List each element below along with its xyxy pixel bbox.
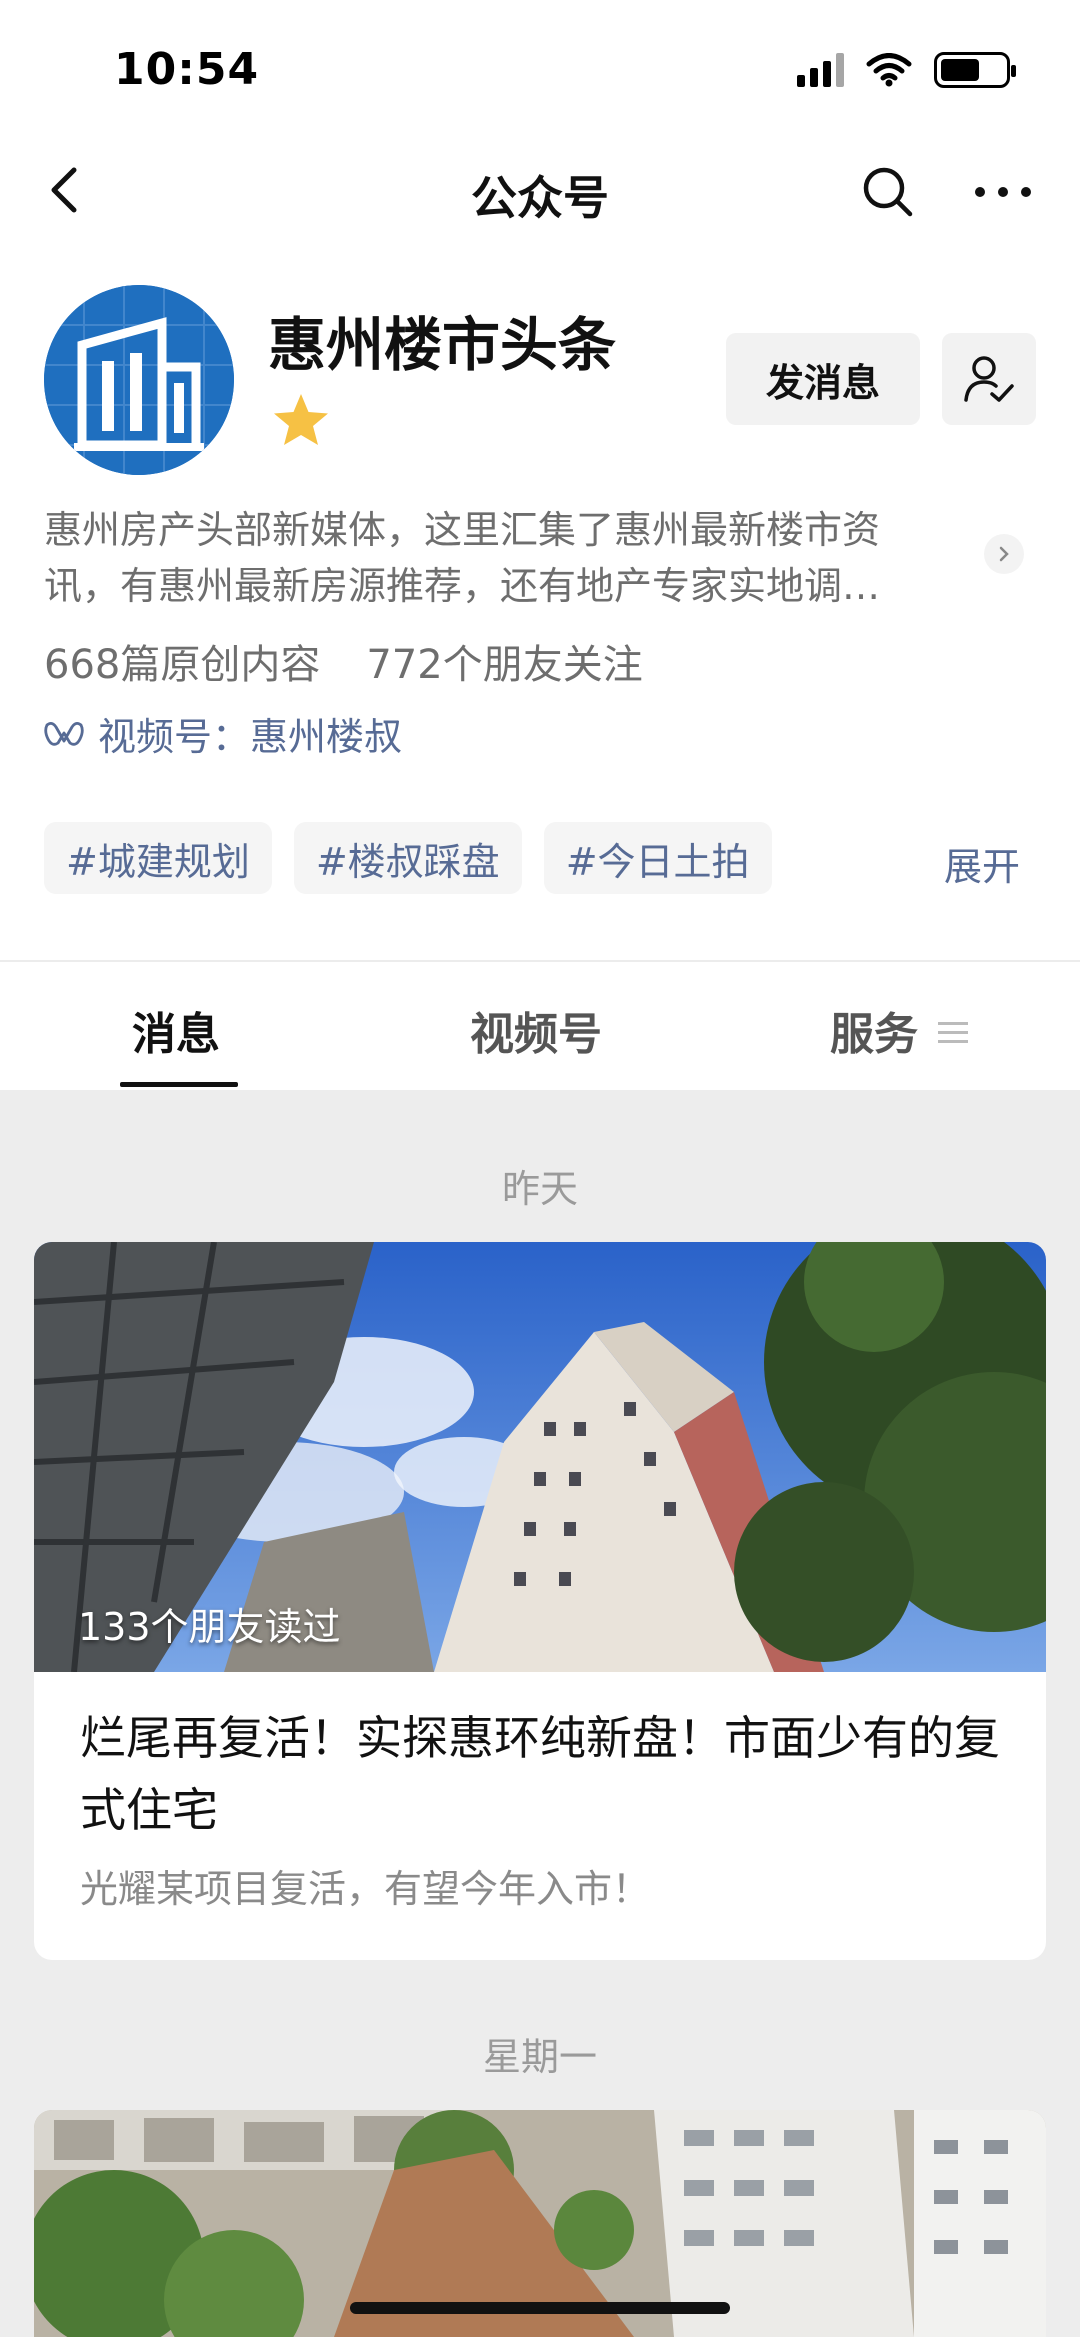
building-logo-icon bbox=[44, 285, 234, 475]
user-check-icon bbox=[964, 356, 1014, 402]
friends-read-count: 133个朋友读过 bbox=[78, 1605, 341, 1649]
article-card[interactable]: 133个朋友读过 烂尾再复活！实探惠环纯新盘！市面少有的复式住宅 光耀某项目复活… bbox=[34, 1242, 1046, 1960]
article-subtitle: 光耀某项目复活，有望今年入市！ bbox=[80, 1867, 651, 1911]
topic-tags: #城建规划 #楼叔踩盘 #今日土拍 bbox=[44, 822, 772, 894]
battery-icon bbox=[934, 52, 1016, 88]
nav-title: 公众号 bbox=[471, 171, 609, 225]
article-title: 烂尾再复活！实探惠环纯新盘！市面少有的复式住宅 bbox=[80, 1711, 1000, 1837]
topic-tag[interactable]: #今日土拍 bbox=[543, 822, 772, 894]
account-header-section: 10:54 公众号 惠州楼市头条 发消息 惠州房产头部新媒体，这里汇集了惠州最新… bbox=[0, 0, 1080, 1090]
expand-tags-button[interactable]: 展开 bbox=[944, 836, 1020, 891]
original-count: 668篇原创内容 bbox=[44, 642, 321, 688]
send-message-button[interactable]: 发消息 bbox=[726, 333, 920, 425]
status-bar: 10:54 bbox=[0, 0, 1080, 140]
status-icons bbox=[797, 52, 1016, 88]
account-avatar[interactable] bbox=[44, 285, 234, 475]
content-tabs: 消息 视频号 服务 bbox=[0, 962, 1080, 1090]
tab-video-channel[interactable]: 视频号 bbox=[470, 998, 602, 1062]
nav-bar: 公众号 bbox=[0, 140, 1080, 240]
tab-services[interactable]: 服务 bbox=[830, 998, 918, 1062]
status-time: 10:54 bbox=[114, 44, 260, 95]
cellular-signal-icon bbox=[797, 53, 844, 87]
menu-lines-icon bbox=[938, 1022, 968, 1043]
more-options-icon[interactable] bbox=[968, 162, 1038, 222]
topic-tag[interactable]: #城建规划 bbox=[44, 822, 272, 894]
topic-tag[interactable]: #楼叔踩盘 bbox=[293, 822, 522, 894]
description-line-2: 讯，有惠州最新房源推荐，还有地产专家实地调… bbox=[44, 564, 881, 608]
account-stats: 668篇原创内容 772个朋友关注 bbox=[44, 632, 643, 690]
follow-status-button[interactable] bbox=[942, 333, 1036, 425]
star-icon[interactable] bbox=[270, 390, 332, 452]
video-channel-link[interactable]: 视频号：惠州楼叔 bbox=[44, 706, 402, 761]
friends-following: 772个朋友关注 bbox=[366, 642, 643, 688]
video-channel-label: 视频号：惠州楼叔 bbox=[98, 715, 403, 759]
active-tab-indicator bbox=[120, 1082, 238, 1087]
tab-messages[interactable]: 消息 bbox=[132, 998, 220, 1062]
feed-date-label: 昨天 bbox=[501, 1167, 578, 1211]
article-cover-image: 133个朋友读过 bbox=[34, 1242, 1046, 1672]
wifi-icon bbox=[866, 53, 912, 87]
channels-icon bbox=[44, 721, 84, 746]
account-description[interactable]: 惠州房产头部新媒体，这里汇集了惠州最新楼市资 讯，有惠州最新房源推荐，还有地产专… bbox=[44, 502, 984, 614]
feed-date-label: 星期一 bbox=[482, 2035, 597, 2079]
account-name: 惠州楼市头条 bbox=[268, 311, 617, 379]
search-icon[interactable] bbox=[858, 162, 918, 222]
description-line-1: 惠州房产头部新媒体，这里汇集了惠州最新楼市资 bbox=[44, 508, 881, 552]
description-more-chevron-icon[interactable] bbox=[984, 534, 1024, 574]
home-indicator[interactable] bbox=[350, 2302, 730, 2314]
